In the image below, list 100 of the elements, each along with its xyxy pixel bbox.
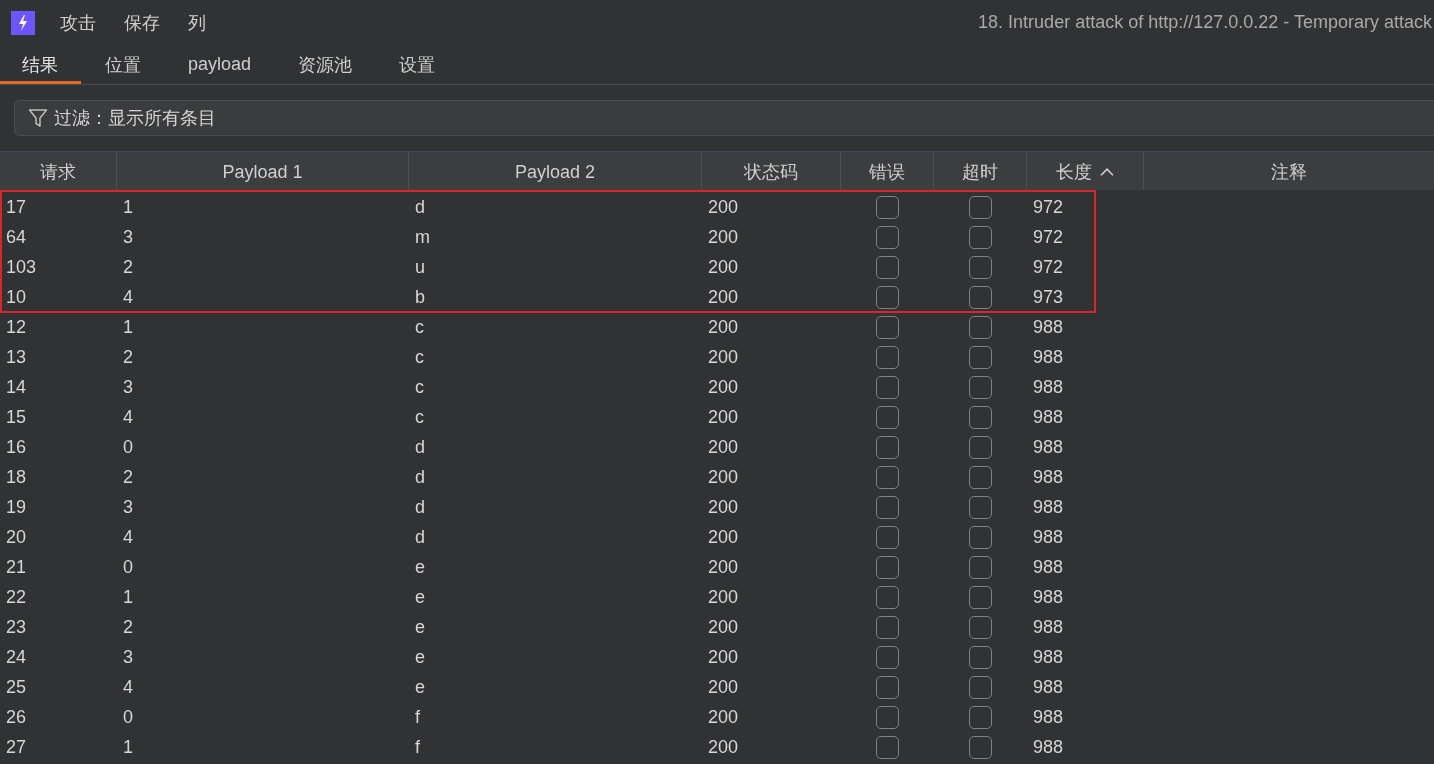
table-cell-text: 988 bbox=[1032, 375, 1065, 399]
checkbox[interactable] bbox=[969, 675, 992, 699]
column-header[interactable]: 长度 bbox=[1027, 152, 1144, 190]
checkbox[interactable] bbox=[876, 735, 899, 759]
table-cell-text: 4 bbox=[122, 285, 134, 309]
checkbox[interactable] bbox=[876, 615, 899, 639]
table-cell-text: 988 bbox=[1032, 615, 1065, 639]
checkbox[interactable] bbox=[876, 345, 899, 369]
table-cell-text: e bbox=[414, 555, 426, 579]
table-cell-text: 4 bbox=[122, 675, 134, 699]
table-cell-text: 200 bbox=[707, 555, 740, 579]
checkbox[interactable] bbox=[876, 555, 899, 579]
column-header[interactable]: Payload 2 bbox=[409, 152, 702, 190]
table-cell-text: m bbox=[414, 225, 431, 249]
table-cell-text: f bbox=[414, 705, 421, 729]
checkbox[interactable] bbox=[876, 495, 899, 519]
checkbox[interactable] bbox=[969, 405, 992, 429]
table-cell-text: 4 bbox=[122, 525, 134, 549]
checkbox[interactable] bbox=[876, 375, 899, 399]
checkbox[interactable] bbox=[969, 465, 992, 489]
column-header[interactable]: 状态码 bbox=[702, 152, 841, 190]
table-cell-text: 1 bbox=[122, 735, 134, 759]
checkbox[interactable] bbox=[876, 255, 899, 279]
table-cell-text: e bbox=[414, 585, 426, 609]
column-header[interactable]: Payload 1 bbox=[117, 152, 409, 190]
tab[interactable]: 设置 bbox=[377, 45, 459, 84]
checkbox[interactable] bbox=[969, 225, 992, 249]
checkbox[interactable] bbox=[876, 225, 899, 249]
checkbox[interactable] bbox=[876, 585, 899, 609]
checkbox[interactable] bbox=[969, 645, 992, 669]
column-header[interactable]: 注释 bbox=[1144, 152, 1434, 190]
table-cell-text: 1 bbox=[122, 315, 134, 339]
filter-bar[interactable]: 过滤：显示所有条目 bbox=[14, 100, 1434, 136]
table-cell-text: 1 bbox=[122, 585, 134, 609]
table-cell-text: 988 bbox=[1032, 345, 1065, 369]
checkbox[interactable] bbox=[969, 195, 992, 219]
table-cell-text: c bbox=[414, 405, 425, 429]
table-cell-text: 2 bbox=[122, 465, 134, 489]
table-cell-text: 200 bbox=[707, 285, 740, 309]
checkbox[interactable] bbox=[969, 615, 992, 639]
table-cell-text: 19 bbox=[5, 495, 28, 519]
table-cell-text: 20 bbox=[5, 525, 28, 549]
table-cell-text: 973 bbox=[1032, 285, 1065, 309]
table-cell-text: 988 bbox=[1032, 315, 1065, 339]
checkbox[interactable] bbox=[876, 195, 899, 219]
checkbox[interactable] bbox=[969, 585, 992, 609]
checkbox[interactable] bbox=[969, 495, 992, 519]
table-cell-text: 200 bbox=[707, 255, 740, 279]
table-cell-text: 200 bbox=[707, 225, 740, 249]
table-cell-text: 988 bbox=[1032, 435, 1065, 459]
table-cell-text: 24 bbox=[5, 645, 28, 669]
table-cell-text: 0 bbox=[122, 705, 134, 729]
menu-item[interactable]: 攻击 bbox=[60, 10, 96, 35]
table-cell-text: b bbox=[414, 285, 426, 309]
checkbox[interactable] bbox=[876, 675, 899, 699]
table-cell-text: e bbox=[414, 675, 426, 699]
checkbox[interactable] bbox=[969, 555, 992, 579]
checkbox[interactable] bbox=[876, 405, 899, 429]
checkbox[interactable] bbox=[876, 465, 899, 489]
checkbox[interactable] bbox=[969, 435, 992, 459]
table-cell-text: 23 bbox=[5, 615, 28, 639]
column-header[interactable]: 请求 bbox=[0, 152, 117, 190]
table-cell-text: 988 bbox=[1032, 405, 1065, 429]
tab[interactable]: 位置 bbox=[83, 45, 164, 84]
tab[interactable]: 资源池 bbox=[276, 45, 376, 84]
table-cell-text: e bbox=[414, 615, 426, 639]
checkbox[interactable] bbox=[876, 525, 899, 549]
window-title: 18. Intruder attack of http://127.0.0.22 - Temporary attack bbox=[978, 12, 1433, 33]
chevron-up-icon bbox=[1100, 168, 1114, 176]
table-cell-text: 200 bbox=[707, 645, 740, 669]
menu-item[interactable]: 保存 bbox=[124, 10, 160, 35]
table-cell-text: 988 bbox=[1032, 465, 1065, 489]
checkbox[interactable] bbox=[876, 645, 899, 669]
table-cell-text: 200 bbox=[707, 405, 740, 429]
checkbox[interactable] bbox=[969, 705, 992, 729]
checkbox[interactable] bbox=[876, 705, 899, 729]
table-cell-text: 988 bbox=[1032, 735, 1065, 759]
checkbox[interactable] bbox=[876, 285, 899, 309]
tab[interactable]: payload bbox=[166, 45, 275, 84]
column-header[interactable]: 错误 bbox=[841, 152, 934, 190]
checkbox[interactable] bbox=[876, 435, 899, 459]
table-cell-text: 200 bbox=[707, 705, 740, 729]
checkbox[interactable] bbox=[969, 315, 992, 339]
table-cell-text: d bbox=[414, 525, 426, 549]
table-cell-text: 200 bbox=[707, 615, 740, 639]
checkbox[interactable] bbox=[969, 255, 992, 279]
column-header[interactable]: 超时 bbox=[934, 152, 1027, 190]
table-cell-text: 64 bbox=[5, 225, 28, 249]
checkbox[interactable] bbox=[969, 285, 992, 309]
table-cell-text: 988 bbox=[1032, 585, 1065, 609]
tab[interactable]: 结果 bbox=[0, 45, 81, 84]
checkbox[interactable] bbox=[969, 525, 992, 549]
checkbox[interactable] bbox=[969, 345, 992, 369]
table-cell-text: 200 bbox=[707, 345, 740, 369]
checkbox[interactable] bbox=[969, 735, 992, 759]
menu-item[interactable]: 列 bbox=[188, 10, 206, 35]
table-cell-text: c bbox=[414, 375, 425, 399]
table-cell-text: 988 bbox=[1032, 705, 1065, 729]
checkbox[interactable] bbox=[969, 375, 992, 399]
checkbox[interactable] bbox=[876, 315, 899, 339]
